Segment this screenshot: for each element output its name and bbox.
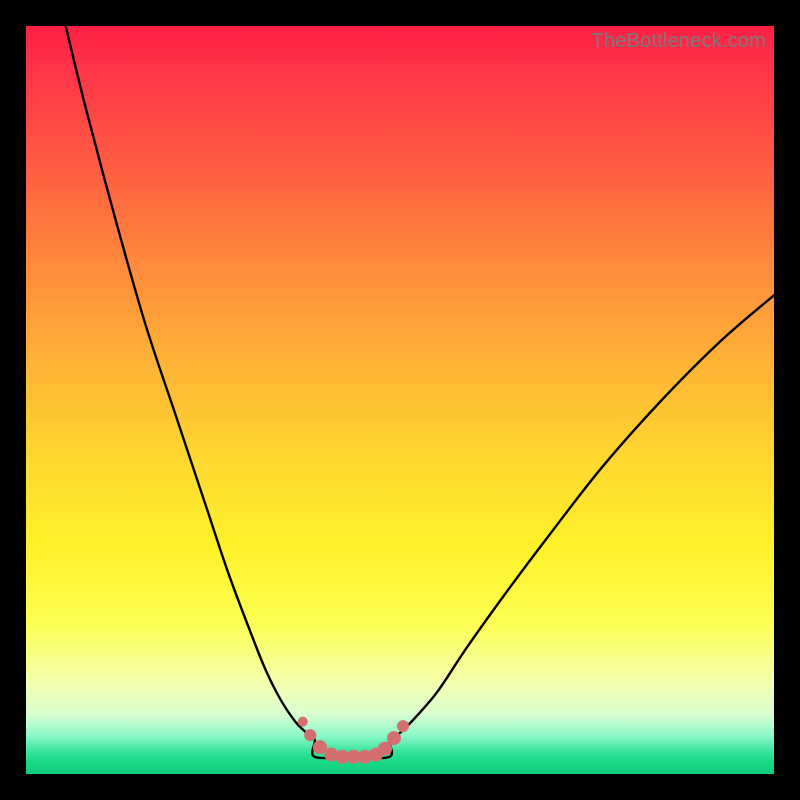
valley-marker (304, 729, 316, 741)
valley-marker (397, 720, 409, 732)
chart-frame: TheBottleneck.com (26, 26, 774, 774)
valley-marker (387, 731, 401, 745)
curve-path (66, 26, 774, 758)
bottleneck-curve-plot (26, 26, 774, 774)
valley-marker (298, 717, 308, 727)
